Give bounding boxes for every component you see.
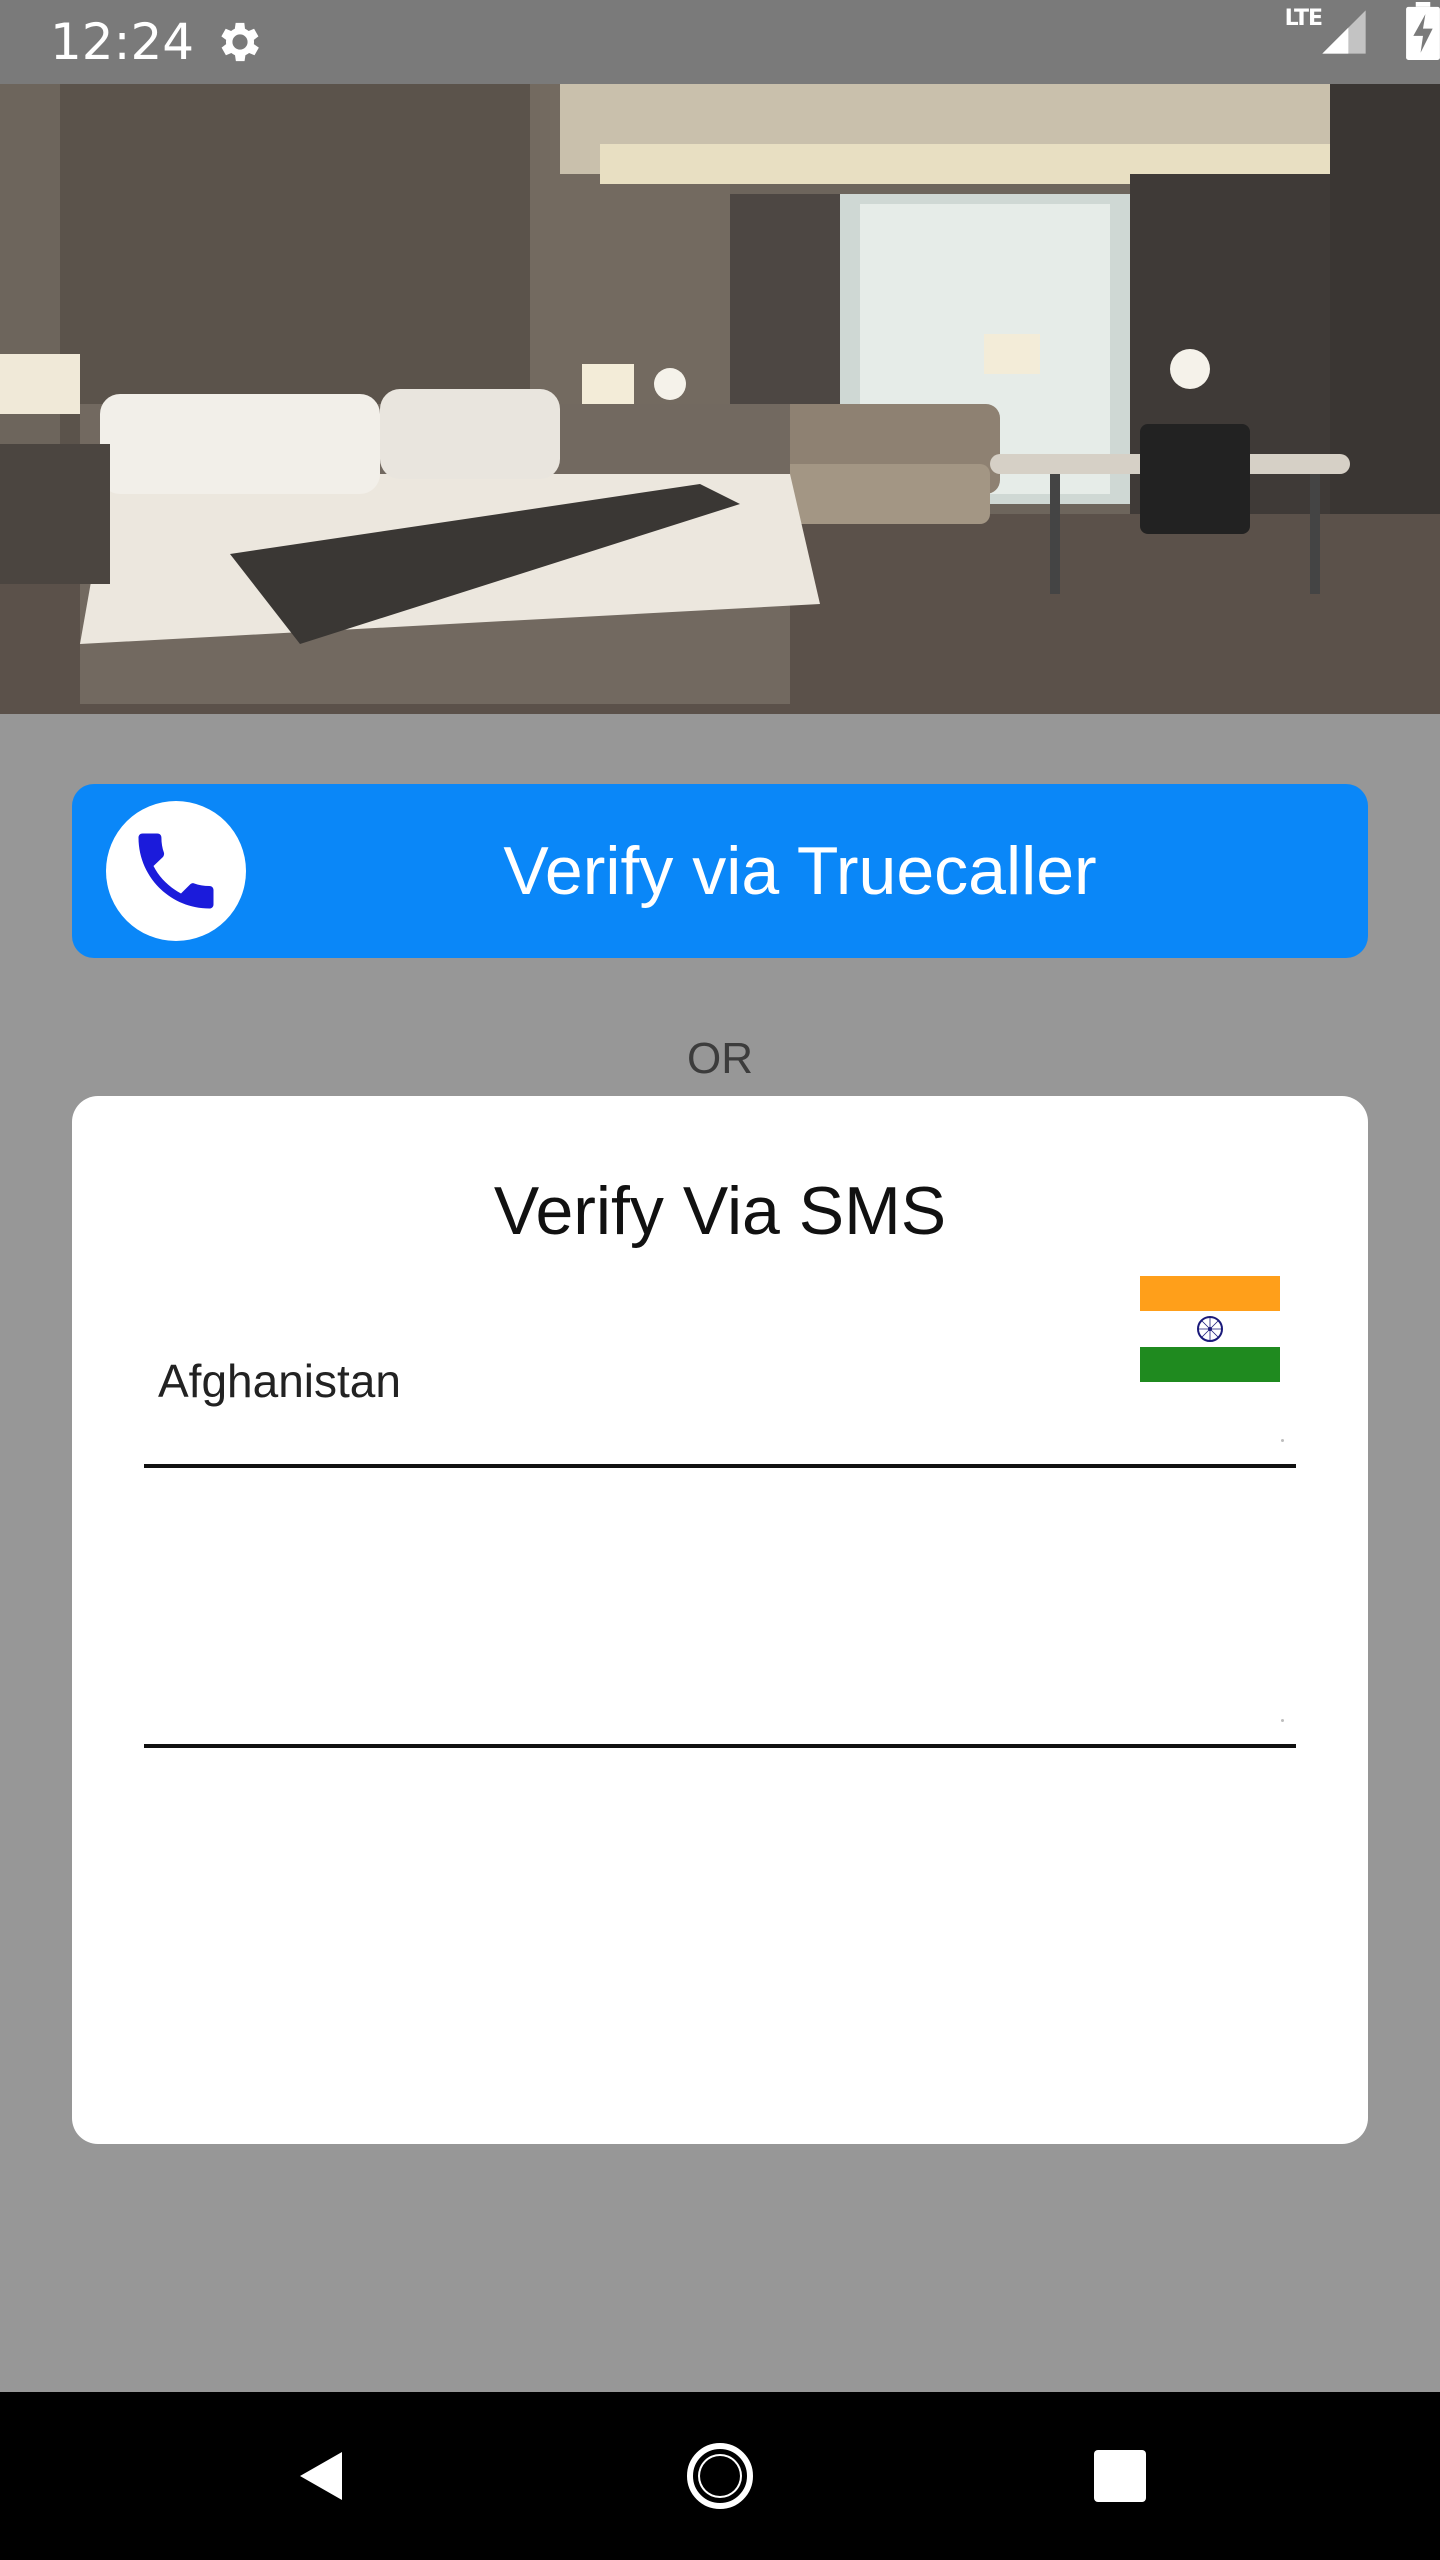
hotel-room-photo <box>0 84 1440 714</box>
screen: 12:24 LTE Verify via Truecaller OR Verif… <box>0 0 1440 2560</box>
phone-icon-circle <box>106 801 246 941</box>
status-time: 12:24 <box>50 13 195 71</box>
sms-verification-card: Verify Via SMS Afghanistan <box>72 1096 1368 2144</box>
phone-icon <box>138 833 214 909</box>
home-icon[interactable] <box>680 2436 760 2516</box>
sms-card-title: Verify Via SMS <box>493 1173 947 1249</box>
battery-charging-icon <box>1406 2 1440 60</box>
system-nav-bar <box>0 2392 1440 2560</box>
india-flag-icon[interactable] <box>1140 1276 1280 1382</box>
network-type-label: LTE <box>1284 6 1323 31</box>
country-selector[interactable]: Afghanistan <box>144 1276 1296 1468</box>
recents-icon[interactable] <box>1080 2436 1160 2516</box>
country-value: Afghanistan <box>158 1355 401 1407</box>
gear-icon <box>221 22 259 62</box>
or-divider-text: OR <box>687 1034 753 1083</box>
verify-truecaller-button[interactable]: Verify via Truecaller <box>72 784 1368 958</box>
signal-icon <box>1322 10 1366 54</box>
field-indicator-icon <box>1281 1719 1284 1722</box>
phone-number-input[interactable] <box>158 1656 1238 1716</box>
status-bar: 12:24 LTE <box>0 0 1440 84</box>
verify-truecaller-label: Verify via Truecaller <box>503 833 1097 909</box>
dropdown-indicator-icon <box>1281 1439 1284 1442</box>
hotel-room-illustration <box>0 84 1440 714</box>
ashoka-chakra-icon <box>1197 1316 1223 1343</box>
phone-number-field[interactable] <box>144 1596 1296 1748</box>
back-icon[interactable] <box>280 2436 360 2516</box>
